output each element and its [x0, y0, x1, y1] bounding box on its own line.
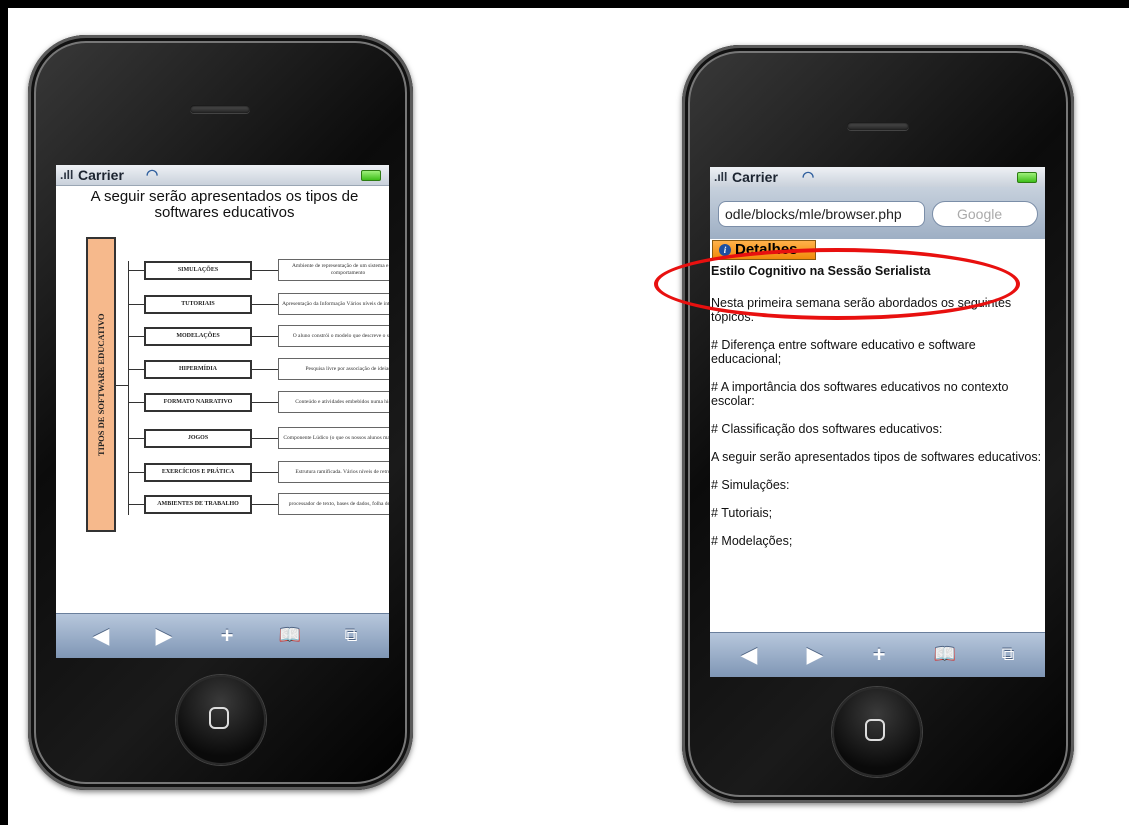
connector-line [252, 504, 278, 505]
description-box: O aluno constrói o modelo que descreve o… [278, 325, 389, 347]
content-paragraph: # Classificação dos softwares educativos… [711, 422, 943, 436]
right-phone: .ıll Carrier ◠ odle/blocks/mle/browser.p… [682, 45, 1074, 803]
browser-toolbar: ◀ ▶ + 📖 ⧉ [56, 613, 389, 658]
root-label: TIPOS DE SOFTWARE EDUCATIVO [96, 313, 106, 456]
right-screen: .ıll Carrier ◠ odle/blocks/mle/browser.p… [710, 167, 1045, 677]
category-box: TUTORIAIS [144, 295, 252, 314]
connector-line [252, 402, 278, 403]
home-square-icon [209, 707, 229, 729]
description-box: Componente Lúdico (o que os nossos aluno… [278, 427, 389, 449]
connector-line [128, 304, 144, 305]
connector-line [128, 438, 144, 439]
connector-line [116, 385, 128, 386]
description-box: processador de texto, bases de dados, fo… [278, 493, 389, 515]
connector-line [252, 369, 278, 370]
back-icon[interactable]: ◀ [86, 623, 116, 649]
connector-line [252, 270, 278, 271]
speaker-grille [847, 122, 909, 130]
pages-icon[interactable]: ⧉ [993, 644, 1023, 665]
battery-icon [1017, 172, 1037, 183]
content-paragraph: # Diferença entre software educativo e s… [711, 338, 976, 366]
description-box: Apresentação da Informação Vários níveis… [278, 293, 389, 315]
forward-icon[interactable]: ▶ [800, 642, 830, 668]
category-box: EXERCÍCIOS E PRÁTICA [144, 463, 252, 482]
connector-line [128, 472, 144, 473]
description-box: Estrutura ramificada. Vários níveis de r… [278, 461, 389, 483]
search-input[interactable]: Google [932, 201, 1038, 227]
bookmarks-icon[interactable]: 📖 [275, 625, 305, 646]
url-input[interactable]: odle/blocks/mle/browser.php [718, 201, 925, 227]
content-paragraph: # A importância dos softwares educativos… [711, 380, 1009, 408]
content-paragraph: # Tutoriais; [711, 506, 773, 520]
home-square-icon [865, 719, 885, 741]
description-box: Conteúdo e atividades embebidos numa his… [278, 391, 389, 413]
category-box: SIMULAÇÕES [144, 261, 252, 280]
connector-line [252, 472, 278, 473]
carrier-label: Carrier [78, 167, 124, 183]
forward-icon[interactable]: ▶ [149, 623, 179, 649]
connector-line [128, 270, 144, 271]
status-bar: .ıll Carrier ◠ [56, 165, 389, 186]
left-phone: .ıll Carrier ◠ A seguir serão apresentad… [28, 35, 413, 790]
add-icon[interactable]: + [212, 623, 242, 649]
category-box: FORMATO NARRATIVO [144, 393, 252, 412]
connector-line [252, 336, 278, 337]
connector-line [252, 304, 278, 305]
connector-line [252, 438, 278, 439]
connector-line [128, 369, 144, 370]
add-icon[interactable]: + [864, 642, 894, 668]
pages-icon[interactable]: ⧉ [336, 625, 366, 646]
connector-line [128, 402, 144, 403]
wifi-icon: ◠ [802, 168, 815, 184]
wifi-icon: ◠ [146, 166, 159, 182]
battery-icon [361, 170, 381, 181]
connector-line [128, 336, 144, 337]
address-bar: odle/blocks/mle/browser.php Google [710, 187, 1045, 239]
content-paragraph: # Modelações; [711, 534, 793, 548]
browser-toolbar: ◀ ▶ + 📖 ⧉ [710, 632, 1045, 677]
connector-line [128, 504, 144, 505]
content-paragraph: # Simulações: [711, 478, 790, 492]
speaker-grille [190, 105, 250, 113]
home-button[interactable] [832, 687, 922, 777]
signal-icon: .ıll [714, 170, 728, 184]
category-box: AMBIENTES DE TRABALHO [144, 495, 252, 514]
category-box: HIPERMÍDIA [144, 360, 252, 379]
status-bar: .ıll Carrier ◠ [710, 167, 1045, 188]
carrier-label: Carrier [732, 169, 778, 185]
description-box: Pesquisa livre por associação de ideias [278, 358, 389, 380]
category-box: JOGOS [144, 429, 252, 448]
description-box: Ambiente de representação de um sistema … [278, 259, 389, 281]
signal-icon: .ıll [60, 168, 74, 182]
connector-line [128, 261, 129, 515]
back-icon[interactable]: ◀ [734, 642, 764, 668]
page-title: A seguir serão apresentados os tipos de … [90, 188, 359, 221]
bookmarks-icon[interactable]: 📖 [930, 644, 960, 665]
left-screen: .ıll Carrier ◠ A seguir serão apresentad… [56, 165, 389, 658]
home-button[interactable] [176, 675, 266, 765]
category-box: MODELAÇÕES [144, 327, 252, 346]
content-paragraph: A seguir serão apresentados tipos de sof… [711, 450, 1042, 464]
highlight-ellipse [654, 248, 1020, 320]
